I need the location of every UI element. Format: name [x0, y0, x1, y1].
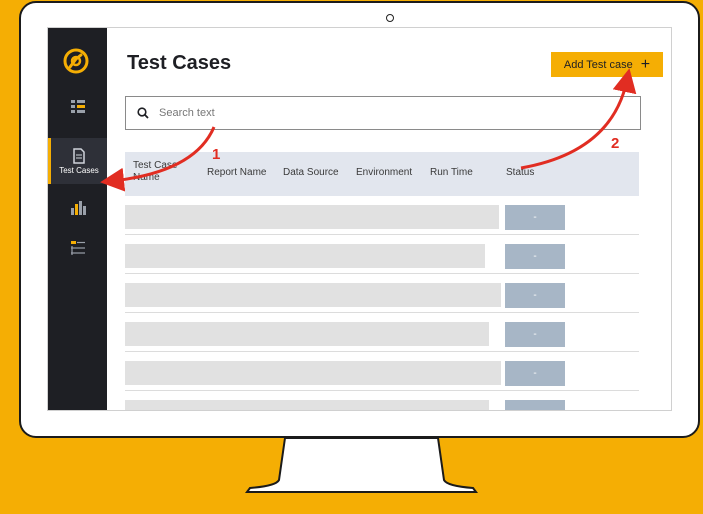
annotation-number-2: 2	[611, 135, 620, 152]
annotation-number-1: 1	[212, 146, 221, 163]
annotation-arrow-2	[520, 68, 637, 170]
annotation-overlay	[100, 68, 637, 192]
annotation-arrow-1	[100, 126, 216, 192]
